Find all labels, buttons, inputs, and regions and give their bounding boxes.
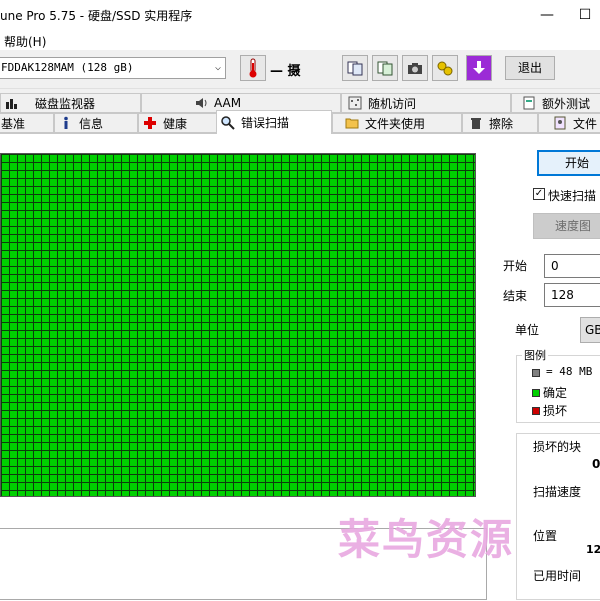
- quick-scan-checkbox[interactable]: ✓: [533, 188, 545, 200]
- end-position-label: 结束: [503, 289, 528, 303]
- watermark: 菜鸟资源: [338, 515, 515, 564]
- menu-help[interactable]: 帮助(H): [4, 33, 46, 50]
- tab-folder-usage[interactable]: 文件夹使用: [332, 113, 462, 133]
- camera-icon: [408, 63, 422, 74]
- unit-select[interactable]: GB: [580, 317, 600, 343]
- file-icon: [553, 116, 567, 130]
- screenshot-button[interactable]: [402, 55, 428, 81]
- tab-label: 错误扫描: [241, 116, 290, 130]
- tab-label: 额外测试: [542, 96, 591, 111]
- unit-label: 单位: [515, 323, 540, 337]
- folder-icon: [345, 116, 359, 130]
- quick-scan-label: 快速扫描: [548, 189, 597, 203]
- legend-block-swatch: [532, 369, 540, 377]
- title-bar: une Pro 5.75 - 硬盘/SSD 实用程序: [0, 0, 600, 31]
- thermometer-icon: [249, 58, 257, 78]
- tab-info[interactable]: 信息: [54, 113, 138, 133]
- extra-icon: [522, 96, 536, 110]
- maximize-button[interactable]: ☐: [562, 0, 600, 30]
- tab-erase[interactable]: 擦除: [462, 113, 538, 133]
- health-cross-icon: [143, 116, 157, 130]
- start-scan-button[interactable]: 开始: [537, 150, 600, 176]
- tab-label: 基准: [1, 116, 26, 131]
- tab-file[interactable]: 文件: [538, 113, 600, 133]
- scan-speed-label: 扫描速度: [533, 485, 582, 499]
- tab-random-access[interactable]: 随机访问: [341, 93, 511, 113]
- tab-error-scan[interactable]: 错误扫描: [216, 110, 332, 134]
- thermometer-button[interactable]: [240, 55, 266, 81]
- legend-ok-label: 确定: [543, 386, 568, 400]
- exit-button[interactable]: 退出: [505, 56, 555, 80]
- damaged-blocks-value: 0: [592, 457, 600, 471]
- copy-all-icon: [377, 61, 393, 76]
- position-value: 12: [586, 543, 600, 556]
- drive-select[interactable]: FDDAK128MAM (128 gB) ⌵: [0, 57, 226, 79]
- position-label: 位置: [533, 529, 558, 543]
- legend-ok-swatch: [532, 389, 540, 397]
- info-icon: [59, 116, 73, 130]
- monitor-icon: [5, 96, 19, 110]
- legend-title: 图例: [522, 347, 548, 363]
- tab-benchmark[interactable]: 基准: [0, 113, 54, 133]
- save-button[interactable]: [466, 55, 492, 81]
- end-position-input[interactable]: 128: [544, 283, 600, 307]
- copy-all-button[interactable]: [372, 55, 398, 81]
- tab-label: 磁盘监视器: [35, 96, 96, 111]
- start-position-input[interactable]: 0: [544, 254, 600, 278]
- random-icon: [348, 96, 362, 110]
- tab-health[interactable]: 健康: [138, 113, 218, 133]
- chevron-down-icon: ⌵: [214, 62, 221, 73]
- speaker-icon: [194, 96, 208, 110]
- copy-button[interactable]: [342, 55, 368, 81]
- tab-label: 信息: [79, 116, 104, 131]
- tab-label: 擦除: [489, 116, 514, 131]
- tab-label: AAM: [214, 96, 242, 110]
- menu-bar: 帮助(H): [0, 30, 600, 50]
- tab-label: 随机访问: [368, 96, 417, 111]
- tab-label: 文件夹使用: [365, 116, 426, 131]
- copy-icon: [347, 61, 363, 76]
- search-icon: [221, 115, 235, 130]
- tab-label: 健康: [163, 116, 188, 131]
- start-position-label: 开始: [503, 259, 528, 273]
- elapsed-time-label: 已用时间: [533, 569, 582, 583]
- save-down-icon: [473, 61, 485, 74]
- tab-label: 文件: [573, 116, 598, 131]
- speed-chart-button[interactable]: 速度图: [533, 213, 600, 239]
- damaged-blocks-label: 损坏的块: [533, 440, 582, 454]
- legend-damaged-label: 损坏: [543, 404, 568, 418]
- scan-block-grid: [0, 153, 476, 497]
- window-title: une Pro 5.75 - 硬盘/SSD 实用程序: [0, 9, 193, 23]
- legend-block-size: = 48 MB: [546, 365, 593, 378]
- temperature-readout: — 摄: [270, 64, 301, 79]
- options-button[interactable]: [432, 55, 458, 81]
- tab-disk-monitor[interactable]: 磁盘监视器: [0, 93, 141, 113]
- tab-extra-tests[interactable]: 额外测试: [511, 93, 600, 113]
- drive-select-value: FDDAK128MAM (128 gB): [1, 61, 134, 74]
- options-icon: [437, 61, 453, 76]
- trash-icon: [469, 116, 483, 130]
- legend-damaged-swatch: [532, 407, 540, 415]
